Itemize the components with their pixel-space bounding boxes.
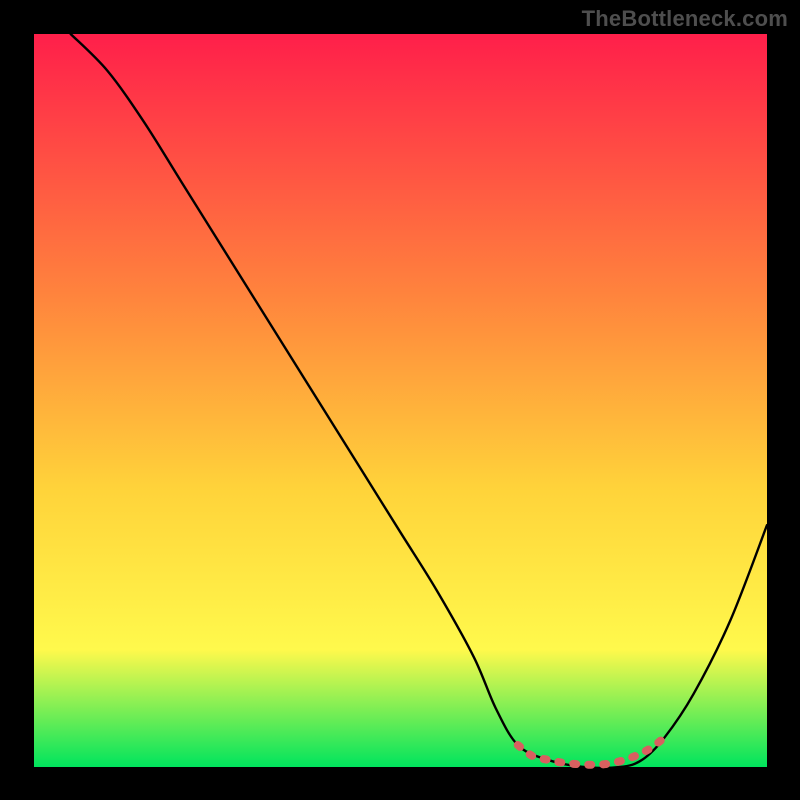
watermark-text: TheBottleneck.com	[582, 6, 788, 32]
bottleneck-chart	[0, 0, 800, 800]
plot-background	[34, 34, 767, 767]
chart-container: TheBottleneck.com	[0, 0, 800, 800]
